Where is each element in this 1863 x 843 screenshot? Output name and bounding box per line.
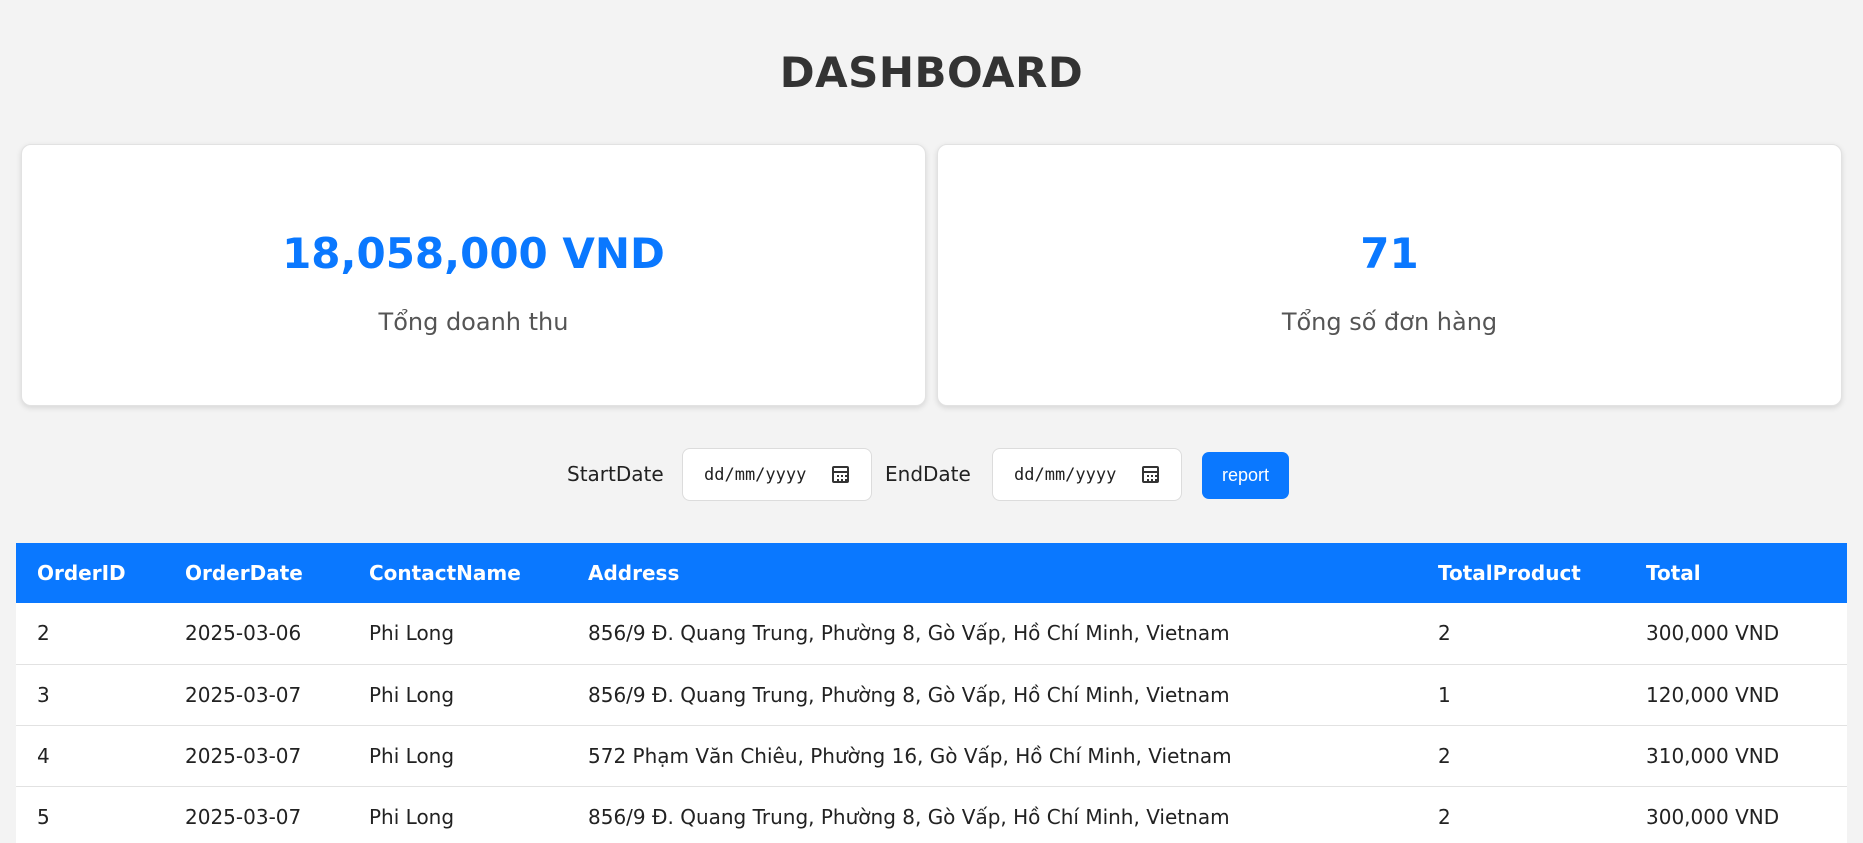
cell-total-product: 2 [1438, 804, 1451, 829]
page-title: DASHBOARD [779, 48, 1084, 97]
date-filter: StartDate dd/mm/yyyy EndDate dd/mm/yyyy … [0, 448, 1863, 502]
start-date-placeholder: dd/mm/yyyy [704, 465, 807, 485]
cell-order-id: 3 [37, 682, 50, 707]
cell-contact-name: Phi Long [369, 804, 455, 829]
header-contact-name: ContactName [369, 561, 521, 585]
cell-total: 310,000 VND [1646, 743, 1780, 768]
dashboard-page: DASHBOARD 18,058,000 VND Tổng doanh thu … [0, 0, 1863, 843]
table-row: 5 2025-03-07 Phi Long 856/9 Đ. Quang Tru… [16, 786, 1847, 843]
header-total: Total [1646, 561, 1701, 585]
cell-order-id: 4 [37, 743, 50, 768]
orders-card: 71 Tổng số đơn hàng [937, 144, 1842, 406]
cell-contact-name: Phi Long [369, 621, 455, 646]
cell-order-date: 2025-03-07 [185, 682, 302, 707]
table-header-row: OrderID OrderDate ContactName Address To… [16, 543, 1847, 603]
table-row: 4 2025-03-07 Phi Long 572 Phạm Văn Chiêu… [16, 725, 1847, 786]
cell-total: 120,000 VND [1646, 682, 1780, 707]
calendar-icon[interactable] [1142, 466, 1159, 483]
report-button[interactable]: report [1202, 452, 1289, 499]
start-date-label: StartDate [567, 462, 664, 486]
table-row: 3 2025-03-07 Phi Long 856/9 Đ. Quang Tru… [16, 664, 1847, 725]
end-date-input[interactable]: dd/mm/yyyy [992, 448, 1182, 501]
cell-address: 572 Phạm Văn Chiêu, Phường 16, Gò Vấp, H… [588, 743, 1232, 768]
cell-total-product: 1 [1438, 682, 1451, 707]
cell-order-date: 2025-03-07 [185, 743, 302, 768]
end-date-label: EndDate [885, 462, 971, 486]
cell-order-id: 2 [37, 621, 50, 646]
cell-address: 856/9 Đ. Quang Trung, Phường 8, Gò Vấp, … [588, 621, 1230, 646]
orders-count-label: Tổng số đơn hàng [1281, 308, 1498, 336]
header-address: Address [588, 561, 680, 585]
orders-table: OrderID OrderDate ContactName Address To… [16, 543, 1847, 843]
cell-order-id: 5 [37, 804, 50, 829]
cell-total-product: 2 [1438, 743, 1451, 768]
end-date-placeholder: dd/mm/yyyy [1014, 465, 1117, 485]
cell-total-product: 2 [1438, 621, 1451, 646]
orders-count-value: 71 [1360, 229, 1419, 278]
calendar-icon[interactable] [832, 466, 849, 483]
cell-order-date: 2025-03-06 [185, 621, 302, 646]
revenue-value: 18,058,000 VND [282, 229, 665, 278]
cell-contact-name: Phi Long [369, 682, 455, 707]
cell-address: 856/9 Đ. Quang Trung, Phường 8, Gò Vấp, … [588, 804, 1230, 829]
header-order-id: OrderID [37, 561, 126, 585]
revenue-card: 18,058,000 VND Tổng doanh thu [21, 144, 926, 406]
cell-total: 300,000 VND [1646, 804, 1780, 829]
cell-contact-name: Phi Long [369, 743, 455, 768]
cell-total: 300,000 VND [1646, 621, 1780, 646]
start-date-input[interactable]: dd/mm/yyyy [682, 448, 872, 501]
table-row: 2 2025-03-06 Phi Long 856/9 Đ. Quang Tru… [16, 603, 1847, 664]
cell-address: 856/9 Đ. Quang Trung, Phường 8, Gò Vấp, … [588, 682, 1230, 707]
revenue-label: Tổng doanh thu [378, 308, 569, 336]
header-total-product: TotalProduct [1438, 561, 1581, 585]
cell-order-date: 2025-03-07 [185, 804, 302, 829]
header-order-date: OrderDate [185, 561, 303, 585]
